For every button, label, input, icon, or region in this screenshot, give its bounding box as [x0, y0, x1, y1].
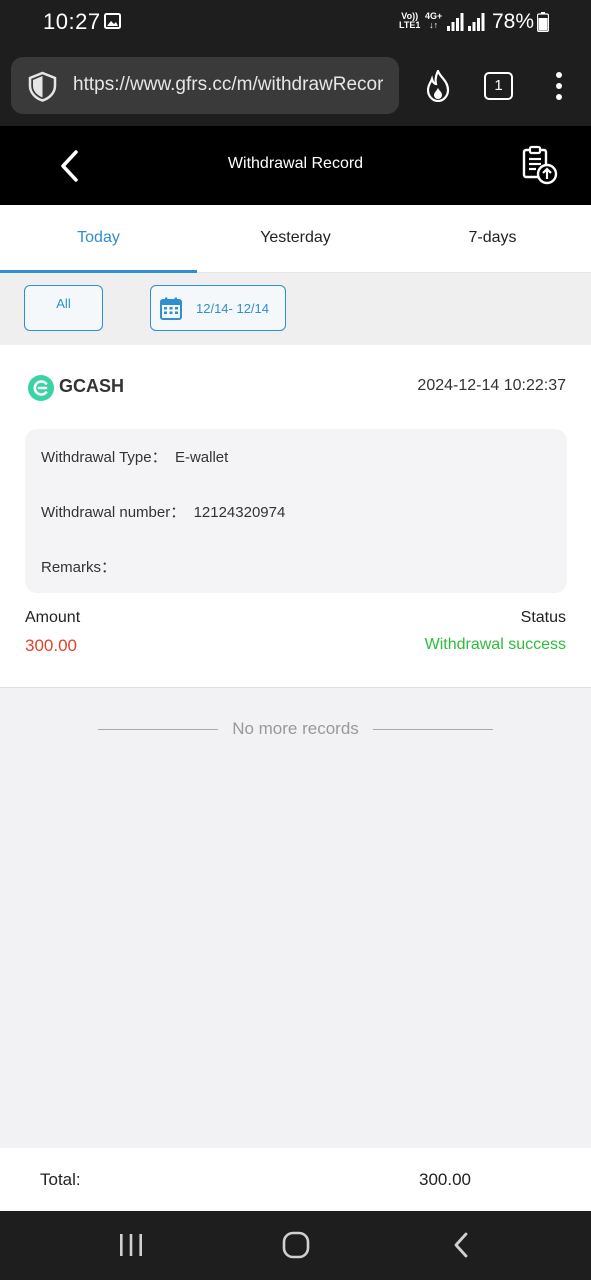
- divider-line: [373, 729, 493, 730]
- date-tabs: Today Yesterday 7-days: [0, 205, 591, 273]
- signal-icon: [447, 13, 464, 31]
- status-value: Withdrawal success: [424, 636, 566, 653]
- withdrawal-type-value: E-wallet: [174, 449, 229, 466]
- remarks-row: Remarks：: [41, 556, 116, 577]
- total-label: Total:: [40, 1170, 81, 1189]
- payment-method-name: GCASH: [59, 376, 125, 396]
- no-more-records-text: No more records: [232, 719, 359, 738]
- tab-7-days[interactable]: 7-days: [394, 205, 591, 273]
- clipboard-upload-icon[interactable]: [520, 145, 560, 185]
- amount-label: Amount: [25, 609, 81, 626]
- record-details: Withdrawal Type： E-wallet Withdrawal num…: [25, 429, 567, 593]
- withdrawal-number-row: Withdrawal number： 12124320974: [41, 501, 285, 522]
- battery-icon: [537, 12, 549, 32]
- shield-icon[interactable]: [27, 71, 58, 102]
- browser-toolbar: https://www.gfrs.cc/m/withdrawRecord 1: [0, 46, 591, 126]
- filter-all-button[interactable]: All: [24, 285, 103, 331]
- page-title: Withdrawal Record: [227, 155, 364, 172]
- date-range-button[interactable]: 12/14- 12/14: [150, 285, 286, 331]
- tab-today[interactable]: Today: [0, 205, 197, 273]
- filter-row: All 12/14- 12/14: [0, 273, 591, 345]
- fire-icon[interactable]: [424, 70, 452, 102]
- withdrawal-number-label: Withdrawal number：: [41, 504, 186, 521]
- volte-indicator: Vo)) LTE1: [399, 11, 421, 30]
- remarks-label: Remarks：: [41, 559, 117, 576]
- gcash-logo-icon: [28, 375, 54, 401]
- battery-percentage: 78%: [492, 10, 535, 33]
- gallery-notification-icon: [104, 13, 121, 29]
- url-text[interactable]: https://www.gfrs.cc/m/withdrawRecord: [73, 74, 383, 96]
- status-bar: 10:27 Vo)) LTE1 4G+ ↓↑ 78%: [0, 0, 591, 46]
- status-label: Status: [520, 609, 566, 626]
- system-navigation-bar: [0, 1211, 591, 1280]
- record-datetime: 2024-12-14 10:22:37: [417, 377, 566, 394]
- tab-yesterday[interactable]: Yesterday: [197, 205, 394, 273]
- total-bar: Total: 300.00: [0, 1148, 591, 1211]
- more-menu-icon[interactable]: [555, 71, 563, 101]
- list-end-indicator: No more records: [0, 718, 591, 742]
- calendar-icon: [160, 297, 182, 320]
- date-range-text: 12/14- 12/14: [196, 301, 270, 316]
- withdrawal-number-value: 12124320974: [193, 504, 286, 521]
- recent-apps-icon[interactable]: [119, 1233, 143, 1257]
- nav-back-icon[interactable]: [452, 1232, 470, 1258]
- withdrawal-type-label: Withdrawal Type：: [41, 449, 167, 466]
- address-bar[interactable]: https://www.gfrs.cc/m/withdrawRecord: [11, 57, 399, 114]
- tabs-count-icon[interactable]: 1: [484, 72, 513, 100]
- signal-icon: [468, 13, 485, 31]
- network-4g-indicator: 4G+ ↓↑: [425, 11, 443, 30]
- total-value: 300.00: [419, 1170, 471, 1189]
- withdrawal-record-card: GCASH 2024-12-14 10:22:37 Withdrawal Typ…: [0, 345, 591, 688]
- status-time: 10:27: [43, 9, 101, 34]
- app-header: Withdrawal Record: [0, 126, 591, 205]
- home-icon[interactable]: [282, 1231, 310, 1259]
- withdrawal-type-row: Withdrawal Type： E-wallet: [41, 446, 228, 467]
- amount-value: 300.00: [25, 636, 77, 655]
